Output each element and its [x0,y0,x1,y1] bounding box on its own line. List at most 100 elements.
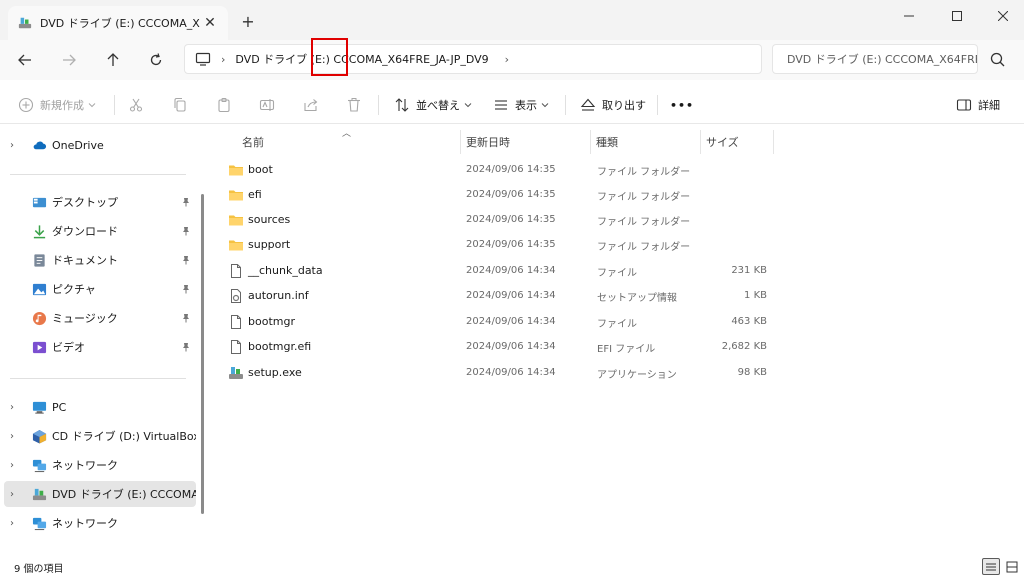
toolbar-divider [565,95,566,115]
new-label: 新規作成 [40,99,84,112]
sidebar-item-label: ピクチャ [52,283,96,296]
chevron-right-icon[interactable]: › [10,460,14,471]
chevron-right-icon[interactable]: › [505,53,509,66]
file-row-support[interactable]: support 2024/09/06 14:35 ファイル フォルダー [226,232,786,257]
details-pane-button[interactable]: 詳細 [956,94,1000,116]
document-icon [34,253,45,267]
sort-label: 並べ替え [416,99,460,112]
search-input[interactable]: DVD ドライブ (E:) CCCOMA_X64FRE_JA-JP_DV9 の検… [772,44,978,74]
sidebar-scrollbar[interactable] [201,194,204,514]
details-view-button[interactable] [982,558,1000,575]
file-row-sources[interactable]: sources 2024/09/06 14:35 ファイル フォルダー [226,207,786,232]
address-path[interactable]: DVD ドライブ (E:) CCCOMA_X64FRE_JA-JP_DV9 [235,51,488,67]
pc-icon [32,401,47,414]
file-row-chunk-data[interactable]: __chunk_data 2024/09/06 14:34 ファイル 231 K… [226,258,786,283]
file-type: アプリケーション [597,370,677,381]
maximize-button[interactable] [934,0,980,32]
download-icon [33,224,46,238]
sidebar-item-pictures[interactable]: ピクチャ [0,276,205,302]
tab-dvd-drive[interactable]: DVD ドライブ (E:) CCCOMA_X64 ✕ [8,6,228,40]
chevron-right-icon[interactable]: › [10,489,14,500]
file-name: support [248,238,291,251]
close-tab-icon[interactable]: ✕ [202,15,218,31]
column-header-name[interactable]: 名前 [242,132,264,152]
sort-button[interactable]: 並べ替え [394,94,478,116]
new-button[interactable]: 新規作成 [18,94,102,116]
video-icon [32,341,47,353]
column-divider[interactable] [700,130,701,154]
file-date: 2024/09/06 14:35 [466,214,556,225]
column-header-type[interactable]: 種類 [596,132,618,152]
rename-button[interactable] [259,94,281,116]
sidebar-item-onedrive[interactable]: › OneDrive [0,132,205,158]
delete-button[interactable] [346,94,368,116]
pin-icon[interactable] [181,342,191,352]
forward-button[interactable] [56,48,82,72]
chevron-right-icon[interactable]: › [10,431,14,442]
file-date: 2024/09/06 14:34 [466,367,556,378]
file-row-bootmgr-efi[interactable]: bootmgr.efi 2024/09/06 14:34 EFI ファイル 2,… [226,334,786,359]
sidebar-item-documents[interactable]: ドキュメント [0,247,205,273]
grid-view-icon [1006,561,1018,572]
file-date: 2024/09/06 14:35 [466,239,556,250]
pin-icon[interactable] [181,284,191,294]
pin-icon[interactable] [181,255,191,265]
cut-button[interactable] [128,94,150,116]
network-icon [32,459,47,472]
address-bar[interactable]: › DVD ドライブ (E:) CCCOMA_X64FRE_JA-JP_DV9 … [184,44,762,74]
sidebar-item-pc[interactable]: › PC [0,394,205,420]
sidebar-item-network[interactable]: › ネットワーク [0,452,205,478]
sidebar-item-music[interactable]: ミュージック [0,305,205,331]
toolbar-divider [378,95,379,115]
folder-icon [229,165,243,176]
sidebar-item-dvd-drive[interactable]: › DVD ドライブ (E:) CCCOMA_X64FRE_JA-JP_DV9 [4,481,196,507]
view-button[interactable]: 表示 [493,94,555,116]
chevron-right-icon[interactable]: › [10,518,14,529]
copy-button[interactable] [172,94,194,116]
search-icon[interactable] [988,50,1008,70]
file-type: ファイル [597,319,637,330]
file-date: 2024/09/06 14:35 [466,189,556,200]
sidebar-item-desktop[interactable]: デスクトップ [0,189,205,215]
search-placeholder: DVD ドライブ (E:) CCCOMA_X64FRE_JA-JP_DV9 の検… [787,53,977,66]
sidebar-item-videos[interactable]: ビデオ [0,334,205,360]
column-header-date[interactable]: 更新日時 [466,132,510,152]
file-size: 463 KB [731,316,767,327]
column-divider[interactable] [460,130,461,154]
paste-button[interactable] [216,94,238,116]
column-divider[interactable] [773,130,774,154]
file-icon [231,315,241,329]
pin-icon[interactable] [181,197,191,207]
sidebar-item-label: OneDrive [52,138,104,152]
file-row-setup-exe[interactable]: setup.exe 2024/09/06 14:34 アプリケーション 98 K… [226,360,786,385]
toolbar-divider [657,95,658,115]
chevron-right-icon[interactable]: › [10,140,14,151]
back-button[interactable] [12,48,38,72]
minimize-button[interactable] [886,0,932,32]
eject-button[interactable]: 取り出す [580,94,646,116]
file-row-boot[interactable]: boot 2024/09/06 14:35 ファイル フォルダー [226,157,786,182]
sidebar-item-cd-drive[interactable]: › CD ドライブ (D:) VirtualBox Guest Addition… [0,423,205,449]
column-header-size[interactable]: サイズ [706,132,739,152]
share-button[interactable] [303,94,325,116]
pin-icon[interactable] [181,226,191,236]
file-row-bootmgr[interactable]: bootmgr 2024/09/06 14:34 ファイル 463 KB [226,309,786,334]
up-button[interactable] [100,48,126,72]
file-date: 2024/09/06 14:35 [466,164,556,175]
tiles-view-button[interactable] [1003,558,1021,575]
file-row-efi[interactable]: efi 2024/09/06 14:35 ファイル フォルダー [226,182,786,207]
file-date: 2024/09/06 14:34 [466,265,556,276]
pin-icon[interactable] [181,313,191,323]
new-tab-button[interactable]: + [238,12,258,32]
column-divider[interactable] [590,130,591,154]
sidebar-item-network-2[interactable]: › ネットワーク [0,510,205,536]
more-options-button[interactable]: ••• [670,94,694,116]
chevron-down-icon [464,103,472,108]
network-icon [32,517,47,530]
refresh-button[interactable] [143,48,169,72]
close-window-button[interactable] [980,0,1024,32]
file-row-autorun[interactable]: autorun.inf 2024/09/06 14:34 セットアップ情報 1 … [226,283,786,308]
details-label: 詳細 [978,99,1000,112]
chevron-right-icon[interactable]: › [10,402,14,413]
sidebar-item-downloads[interactable]: ダウンロード [0,218,205,244]
